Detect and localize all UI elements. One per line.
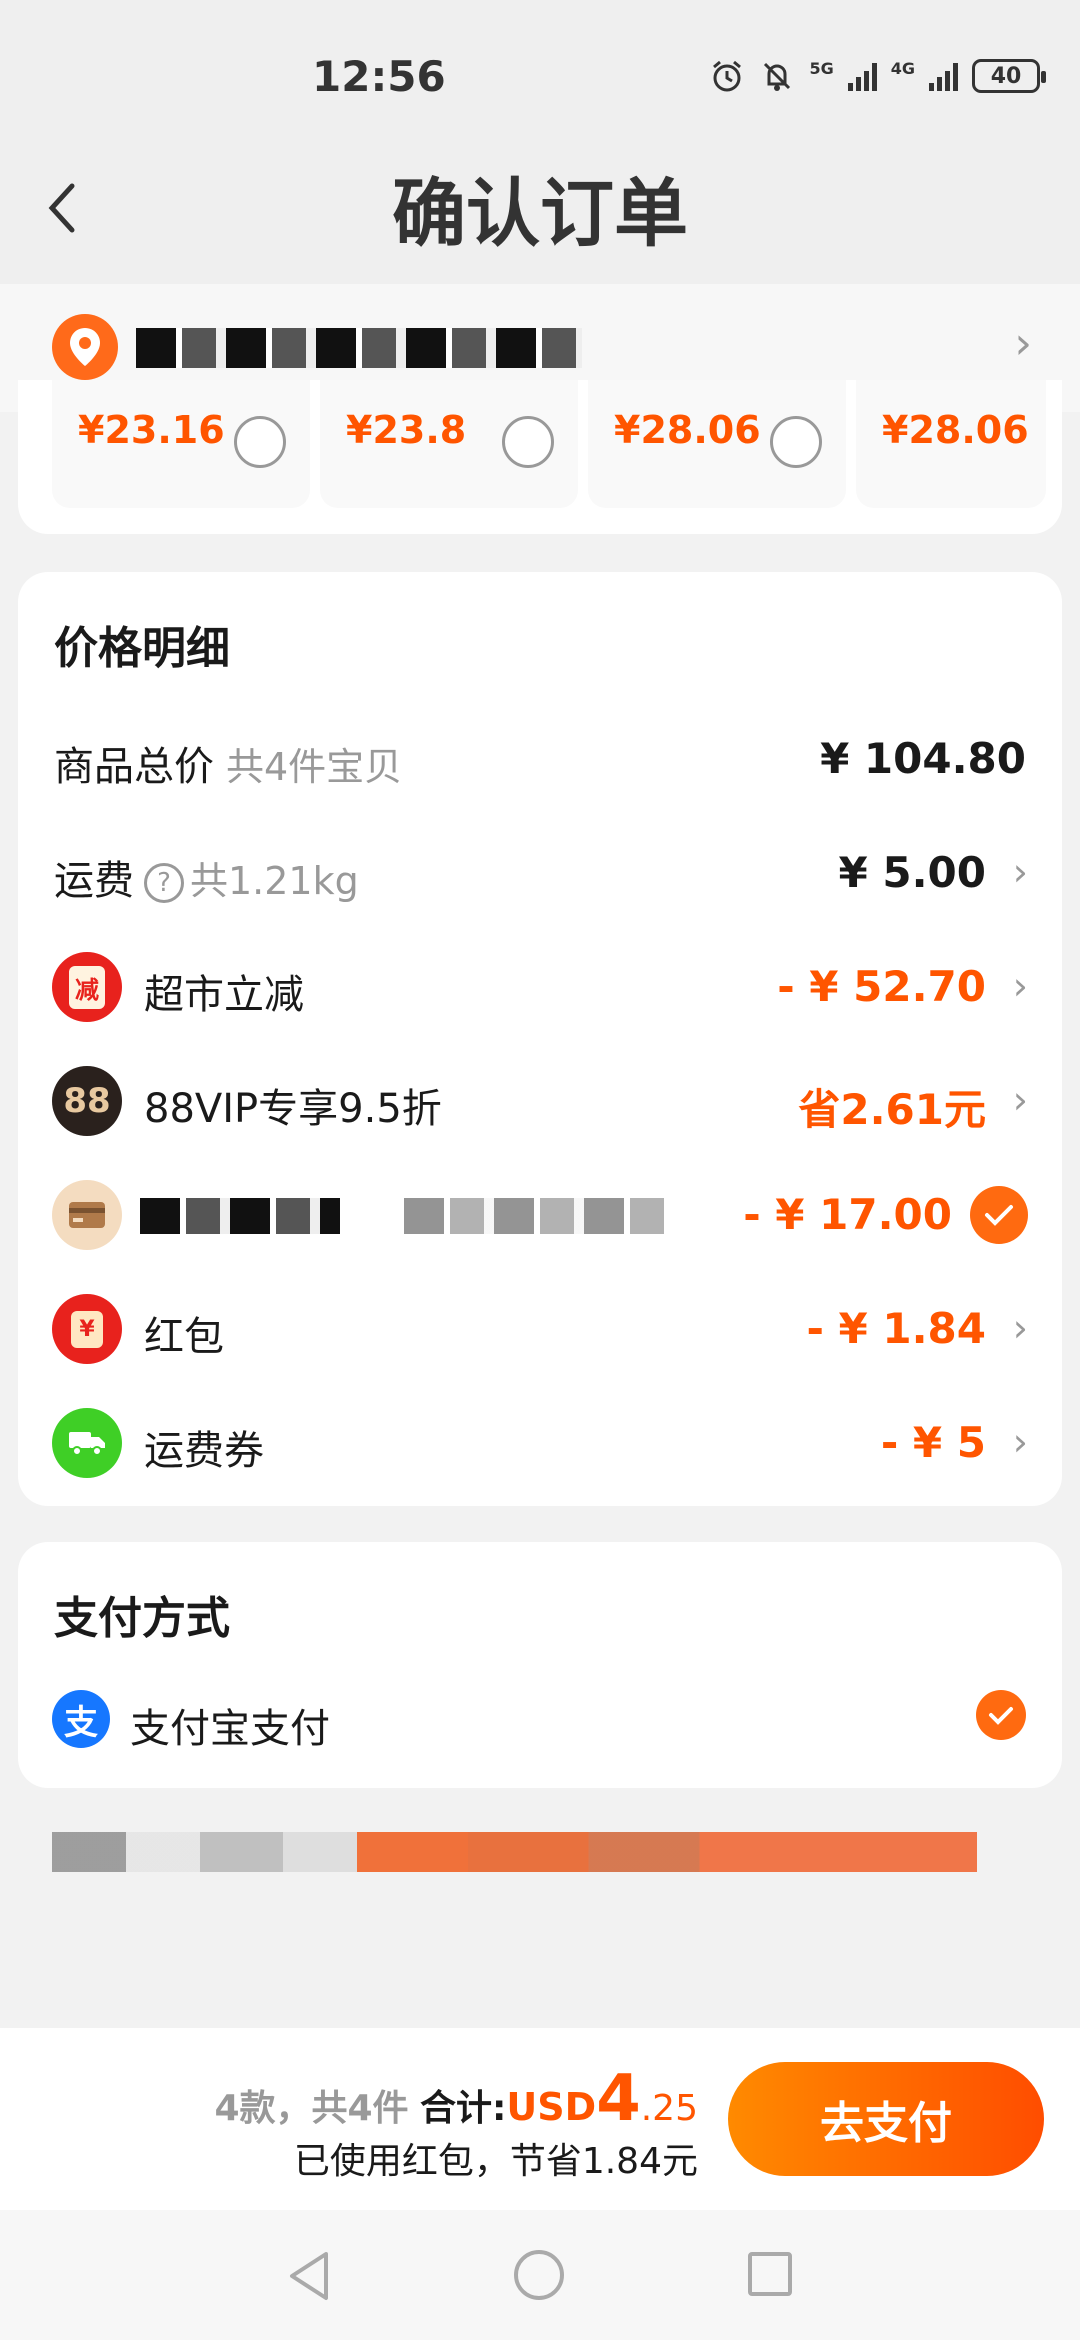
red-packet-icon: ¥ bbox=[52, 1294, 122, 1364]
card-desc-redacted bbox=[404, 1198, 664, 1234]
radio-button[interactable] bbox=[502, 416, 554, 468]
payment-method-card: 支付方式 支 支付宝支付 bbox=[18, 1542, 1062, 1788]
discount-icon-text: 减 bbox=[69, 965, 105, 1009]
check-icon[interactable] bbox=[976, 1690, 1026, 1740]
checkout-bar: 4款，共4件 合计:USD4.25 已使用红包，节省1.84元 去支付 bbox=[0, 2028, 1080, 2210]
chevron-right-icon: › bbox=[1014, 318, 1032, 369]
status-bar: 12:56 5G 4G 40 bbox=[0, 0, 1080, 140]
check-icon bbox=[970, 1186, 1028, 1244]
alipay-icon: 支 bbox=[52, 1690, 110, 1748]
total-goods-row: 商品总价 共4件宝贝 ¥ 104.80 bbox=[18, 710, 1062, 810]
signal-icon bbox=[929, 61, 958, 91]
radio-button[interactable] bbox=[770, 416, 822, 468]
location-pin-icon bbox=[52, 314, 118, 380]
price-option[interactable]: ¥28.06 bbox=[856, 380, 1046, 508]
price-options-card: ¥23.16 ¥23.8 ¥28.06 ¥28.06 bbox=[18, 380, 1062, 534]
chevron-right-icon: › bbox=[1012, 1420, 1028, 1464]
card-icon bbox=[52, 1180, 122, 1250]
total-label: 合计: bbox=[420, 2088, 507, 2129]
alipay-option[interactable]: 支 支付宝支付 bbox=[18, 1682, 1062, 1772]
card-discount-checkbox[interactable] bbox=[970, 1186, 1028, 1244]
shipping-row[interactable]: 运费? 共1.21kg ¥ 5.00 › bbox=[18, 824, 1062, 924]
nav-home-icon[interactable] bbox=[514, 2250, 564, 2300]
question-icon[interactable]: ? bbox=[144, 863, 184, 903]
shipping-weight: 共1.21kg bbox=[190, 859, 359, 903]
shipping-coupon-value: - ¥ 5 bbox=[880, 1418, 986, 1467]
chevron-right-icon: › bbox=[1012, 964, 1028, 1008]
page-header: 确认订单 bbox=[0, 140, 1080, 284]
vip-88-icon: 88 bbox=[52, 1066, 122, 1136]
battery-level: 40 bbox=[990, 63, 1022, 89]
payment-title: 支付方式 bbox=[54, 1593, 230, 1644]
price-option-value: ¥28.06 bbox=[882, 408, 1029, 452]
row-label: 商品总价 共4件宝贝 bbox=[54, 734, 402, 792]
shipping-coupon-row[interactable]: 运费券 - ¥ 5 › bbox=[18, 1394, 1062, 1494]
alarm-icon bbox=[713, 60, 742, 92]
network-5g-label: 5G bbox=[809, 58, 834, 78]
status-icons: 5G 4G 40 bbox=[709, 58, 1046, 94]
battery-icon: 40 bbox=[972, 59, 1046, 93]
shipping-label: 运费 bbox=[54, 858, 134, 904]
supermarket-discount-label: 超市立减 bbox=[144, 972, 304, 1018]
total-goods-label: 商品总价 bbox=[54, 744, 214, 790]
status-time: 12:56 bbox=[312, 52, 446, 101]
network-4g-label: 4G bbox=[890, 58, 915, 78]
price-option-value: ¥23.16 bbox=[78, 408, 225, 452]
price-detail-card: 价格明细 商品总价 共4件宝贝 ¥ 104.80 运费? 共1.21kg ¥ 5.0… bbox=[18, 572, 1062, 1506]
order-summary: 4款，共4件 合计:USD4.25 bbox=[214, 2062, 698, 2136]
discount-icon: 减 bbox=[52, 952, 122, 1022]
total-goods-count: 共4件宝贝 bbox=[226, 745, 403, 789]
card-discount-row[interactable]: - ¥ 17.00 bbox=[18, 1166, 1062, 1266]
row-label: 运费? 共1.21kg bbox=[54, 848, 359, 906]
shipping-coupon-label: 运费券 bbox=[144, 1428, 264, 1474]
nav-back-icon[interactable] bbox=[286, 2250, 332, 2302]
supermarket-discount-row[interactable]: 减 超市立减 - ¥ 52.70 › bbox=[18, 938, 1062, 1038]
supermarket-discount-value: - ¥ 52.70 bbox=[777, 962, 986, 1011]
vip-discount-row[interactable]: 88 88VIP专享9.5折 省2.61元 › bbox=[18, 1052, 1062, 1152]
total-amount-dec: .25 bbox=[640, 2088, 698, 2129]
pay-button[interactable]: 去支付 bbox=[728, 2062, 1044, 2176]
page-title: 确认订单 bbox=[392, 171, 688, 257]
address-redacted bbox=[136, 328, 582, 368]
price-option[interactable]: ¥23.16 bbox=[52, 380, 310, 508]
currency-label: USD bbox=[506, 2085, 597, 2129]
signal-icon bbox=[847, 61, 877, 91]
chevron-right-icon: › bbox=[1012, 850, 1028, 894]
card-name-redacted bbox=[140, 1198, 340, 1234]
price-option-value: ¥28.06 bbox=[614, 408, 761, 452]
red-packet-value: - ¥ 1.84 bbox=[806, 1304, 986, 1353]
price-option[interactable]: ¥23.8 bbox=[320, 380, 578, 508]
total-goods-value: ¥ 104.80 bbox=[820, 734, 1026, 783]
vip-discount-value: 省2.61元 bbox=[798, 1085, 986, 1134]
red-packet-row[interactable]: ¥ 红包 - ¥ 1.84 › bbox=[18, 1280, 1062, 1380]
chevron-right-icon: › bbox=[1012, 1306, 1028, 1350]
shipping-value: ¥ 5.00 bbox=[838, 848, 986, 897]
mute-icon bbox=[764, 62, 791, 91]
price-detail-title: 价格明细 bbox=[54, 623, 230, 674]
item-count: 4款，共4件 bbox=[214, 2088, 409, 2129]
promo-banner-redacted bbox=[52, 1832, 977, 1872]
system-nav-bar bbox=[0, 2210, 1080, 2340]
alipay-label: 支付宝支付 bbox=[130, 1706, 330, 1752]
price-option[interactable]: ¥28.06 bbox=[588, 380, 846, 508]
card-discount-value: - ¥ 17.00 bbox=[743, 1190, 952, 1239]
radio-button[interactable] bbox=[234, 416, 286, 468]
vip-discount-label: 88VIP专享9.5折 bbox=[144, 1086, 442, 1132]
red-packet-icon-text: ¥ bbox=[71, 1310, 103, 1348]
savings-text: 已使用红包，节省1.84元 bbox=[293, 2141, 698, 2182]
price-option-value: ¥23.8 bbox=[346, 408, 467, 452]
truck-icon bbox=[52, 1408, 122, 1478]
nav-recents-icon[interactable] bbox=[748, 2252, 792, 2296]
red-packet-label: 红包 bbox=[144, 1314, 224, 1360]
total-amount-int: 4 bbox=[596, 2062, 641, 2136]
chevron-right-icon: › bbox=[1012, 1078, 1028, 1122]
